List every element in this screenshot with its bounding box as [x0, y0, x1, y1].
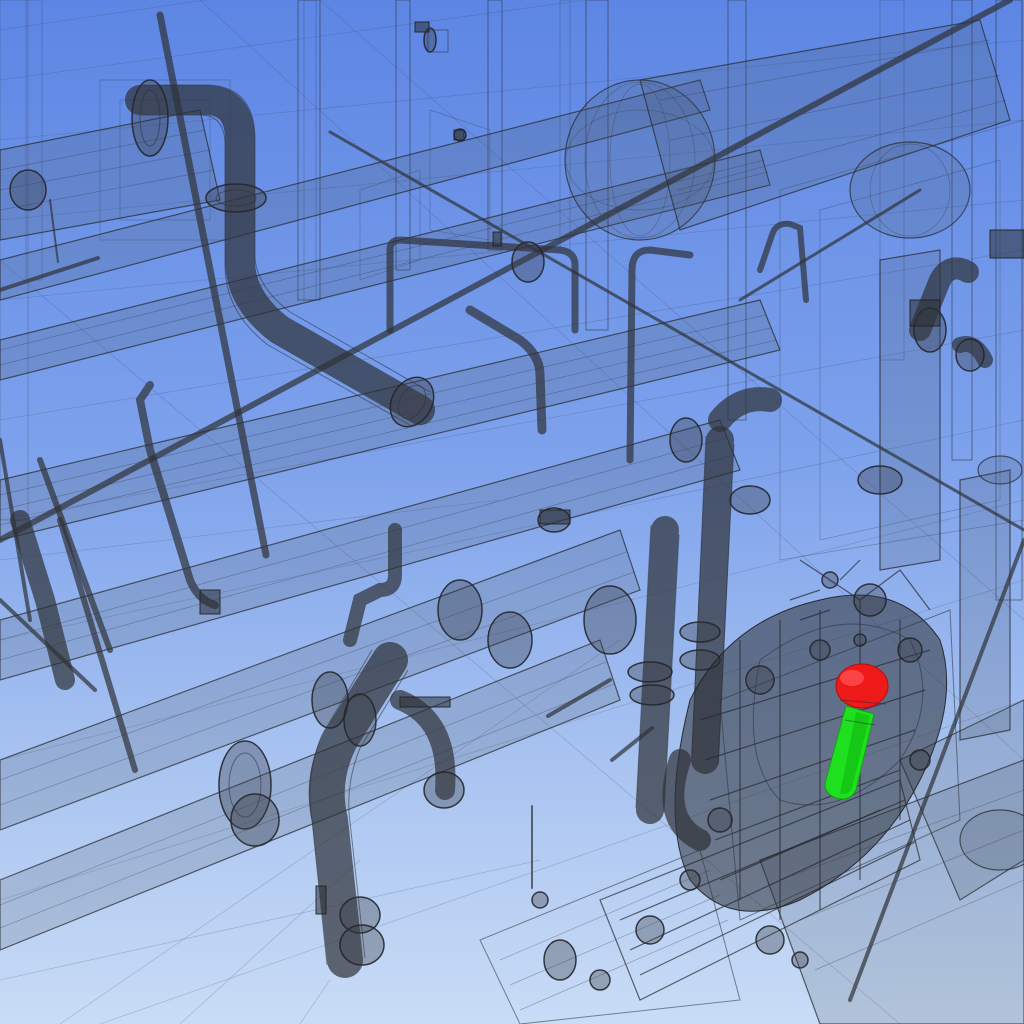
main-pipe-bundles [0, 19, 1024, 1024]
selected-cap-highlight [840, 670, 864, 686]
pipe-wireframe-scene[interactable] [0, 0, 1024, 1024]
selected-cap[interactable] [835, 663, 889, 709]
3d-viewport[interactable] [0, 0, 1024, 1024]
